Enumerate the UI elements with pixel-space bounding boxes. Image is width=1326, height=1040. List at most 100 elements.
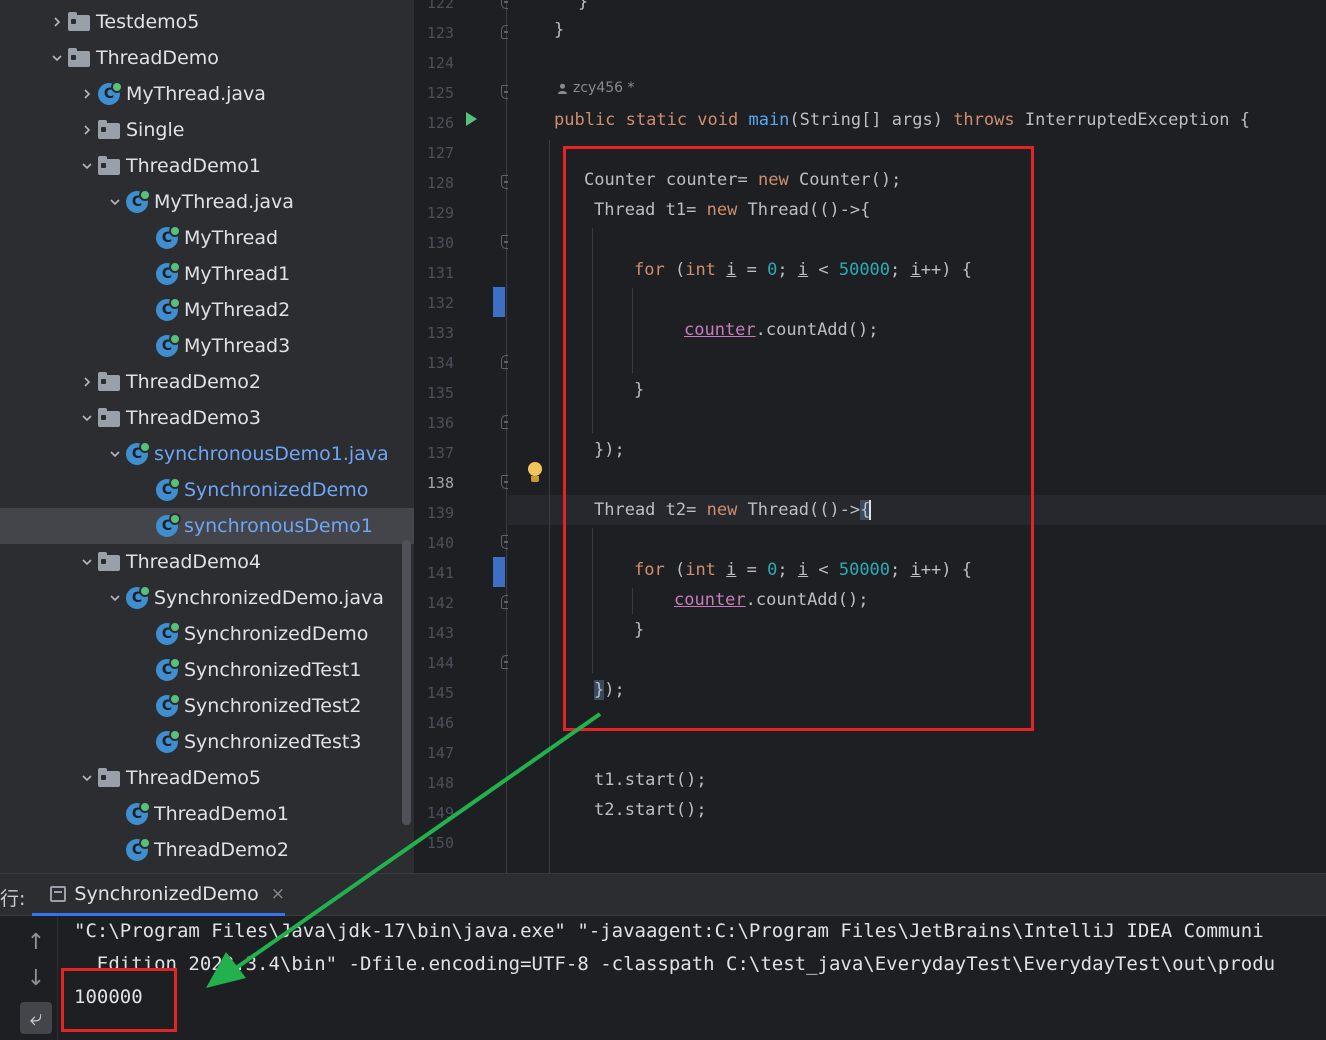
line-number: 131 (426, 264, 454, 282)
tree-item-label: Testdemo5 (96, 11, 200, 33)
tree-item[interactable]: MyThread1 (0, 256, 414, 292)
chevron-right-icon[interactable] (76, 112, 98, 148)
line-number: 139 (426, 504, 454, 522)
chevron-right-icon[interactable] (46, 4, 68, 40)
line-number: 125 (426, 84, 454, 102)
java-class-icon (156, 693, 181, 717)
run-tab-synchronizeddemo[interactable]: SynchronizedDemo × (32, 874, 285, 916)
java-class-icon (126, 189, 151, 213)
tree-item[interactable]: SynchronizedDemo (0, 616, 414, 652)
soft-wrap-icon[interactable]: ⤶ (20, 1002, 52, 1034)
line-number: 123 (426, 24, 454, 42)
run-tab-label: SynchronizedDemo (74, 882, 259, 905)
tree-item[interactable]: ThreadDemo2 (0, 364, 414, 400)
change-marker[interactable] (493, 287, 505, 317)
tree-item[interactable]: MyThread3 (0, 328, 414, 364)
tree-item[interactable]: MyThread2 (0, 292, 414, 328)
tree-item-label: MyThread.java (126, 83, 266, 105)
person-icon (558, 83, 567, 94)
java-class-icon (156, 657, 181, 681)
tree-item[interactable]: ThreadDemo4 (0, 544, 414, 580)
code-line-122: } (578, 0, 589, 12)
tree-item-label: ThreadDemo3 (126, 407, 261, 429)
arrow-down-icon[interactable]: ↓ (20, 962, 52, 994)
tree-item[interactable]: MyThread (0, 220, 414, 256)
chevron-down-icon[interactable] (76, 148, 98, 184)
change-marker[interactable] (493, 557, 505, 587)
line-number: 150 (426, 834, 454, 852)
line-number: 136 (426, 414, 454, 432)
chevron-down-icon[interactable] (76, 760, 98, 796)
lightbulb-icon[interactable] (527, 462, 543, 484)
line-number: 146 (426, 714, 454, 732)
folder-icon (98, 767, 120, 787)
tree-item[interactable]: SynchronizedTest1 (0, 652, 414, 688)
tree-scrollbar[interactable] (402, 540, 411, 825)
line-number: 124 (426, 54, 454, 72)
author-hint[interactable]: zcy456 * (557, 80, 635, 96)
tree-item-label: ThreadDemo1 (154, 803, 289, 825)
java-class-icon (156, 513, 181, 537)
code-highlight-box (563, 146, 1034, 731)
tree-item-label: SynchronizedDemo.java (154, 587, 384, 609)
tree-item[interactable]: ThreadDemo3 (0, 400, 414, 436)
java-class-icon (126, 441, 151, 465)
tree-item[interactable]: ThreadDemo5 (0, 760, 414, 796)
tree-item-label: ThreadDemo1 (126, 155, 261, 177)
tree-item[interactable]: synchronousDemo1.java (0, 436, 414, 472)
folder-icon (68, 47, 90, 67)
tree-item[interactable]: Testdemo5 (0, 4, 414, 40)
line-number: 130 (426, 234, 454, 252)
tree-item[interactable]: ThreadDemo1 (0, 148, 414, 184)
chevron-down-icon[interactable] (104, 436, 126, 472)
line-number: 144 (426, 654, 454, 672)
java-class-icon (156, 297, 181, 321)
java-class-icon (126, 585, 151, 609)
tree-item[interactable]: ThreadDemo1 (0, 796, 414, 832)
run-main-icon[interactable] (466, 112, 477, 126)
tree-item[interactable]: Single (0, 112, 414, 148)
line-number: 142 (426, 594, 454, 612)
line-number: 148 (426, 774, 454, 792)
java-class-icon (156, 729, 181, 753)
chevron-down-icon[interactable] (76, 544, 98, 580)
tree-item[interactable]: ThreadDemo2 (0, 832, 414, 868)
indent-guide (549, 140, 550, 873)
run-toolbar: ↑ ↓ ⤶ (0, 916, 58, 1040)
tree-item[interactable]: SynchronizedDemo (0, 472, 414, 508)
tree-item-label: SynchronizedDemo (184, 623, 369, 645)
tree-item-label: SynchronizedTest3 (184, 731, 362, 753)
gutter-separator (506, 0, 507, 873)
tree-item[interactable]: SynchronizedTest3 (0, 724, 414, 760)
line-number: 132 (426, 294, 454, 312)
run-tab-bar: 行: SynchronizedDemo × (0, 874, 1326, 916)
tree-item[interactable]: MyThread.java (0, 76, 414, 112)
chevron-down-icon[interactable] (76, 400, 98, 436)
tree-item[interactable]: synchronousDemo1 (0, 508, 414, 544)
tree-item[interactable]: SynchronizedDemo.java (0, 580, 414, 616)
chevron-down-icon[interactable] (46, 40, 68, 76)
tree-item-label: ThreadDemo2 (126, 371, 261, 393)
tree-item-label: MyThread2 (184, 299, 291, 321)
chevron-down-icon[interactable] (104, 580, 126, 616)
tree-item[interactable]: SynchronizedTest2 (0, 688, 414, 724)
folder-icon (98, 407, 120, 427)
line-number: 147 (426, 744, 454, 762)
tree-item[interactable]: ThreadDemo (0, 40, 414, 76)
arrow-up-icon[interactable]: ↑ (20, 926, 52, 958)
tree-item-label: synchronousDemo1 (184, 515, 373, 537)
chevron-right-icon[interactable] (76, 364, 98, 400)
line-number: 122 (426, 0, 454, 12)
chevron-right-icon[interactable] (76, 76, 98, 112)
chevron-down-icon[interactable] (104, 184, 126, 220)
close-icon[interactable]: × (271, 884, 285, 904)
line-number: 141 (426, 564, 454, 582)
tree-item[interactable]: MyThread.java (0, 184, 414, 220)
